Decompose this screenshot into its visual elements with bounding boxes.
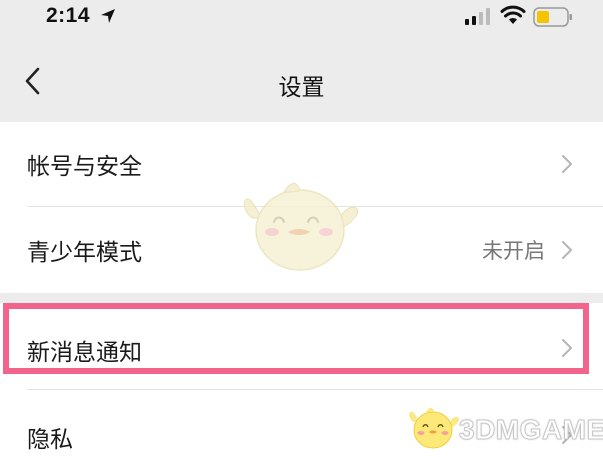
settings-item-new-message-notifications[interactable]: 新消息通知	[0, 303, 603, 374]
navigation-bar: 设置	[0, 38, 603, 122]
settings-item-label: 青少年模式	[27, 240, 142, 266]
chevron-right-icon	[562, 339, 572, 357]
settings-item-value: 未开启	[482, 239, 545, 263]
cellular-signal-icon	[465, 8, 490, 25]
chevron-right-icon	[562, 241, 572, 259]
status-time: 2:14	[46, 4, 91, 27]
status-bar: 2:14	[0, 0, 603, 38]
settings-item-label: 隐私	[27, 427, 73, 453]
location-arrow-icon	[101, 9, 115, 23]
settings-item-label: 帐号与安全	[27, 154, 142, 180]
watermark-mascot-icon	[409, 407, 459, 449]
chevron-right-icon	[562, 155, 572, 173]
watermark-3dmgame: 3DMGAME	[407, 402, 603, 454]
mascot-watermark-icon	[243, 183, 359, 271]
battery-low-icon	[533, 7, 572, 27]
wifi-icon	[500, 5, 526, 24]
page-title: 设置	[278, 75, 325, 101]
settings-item-label: 新消息通知	[27, 340, 142, 366]
watermark-text: 3DMGAME	[459, 414, 603, 446]
